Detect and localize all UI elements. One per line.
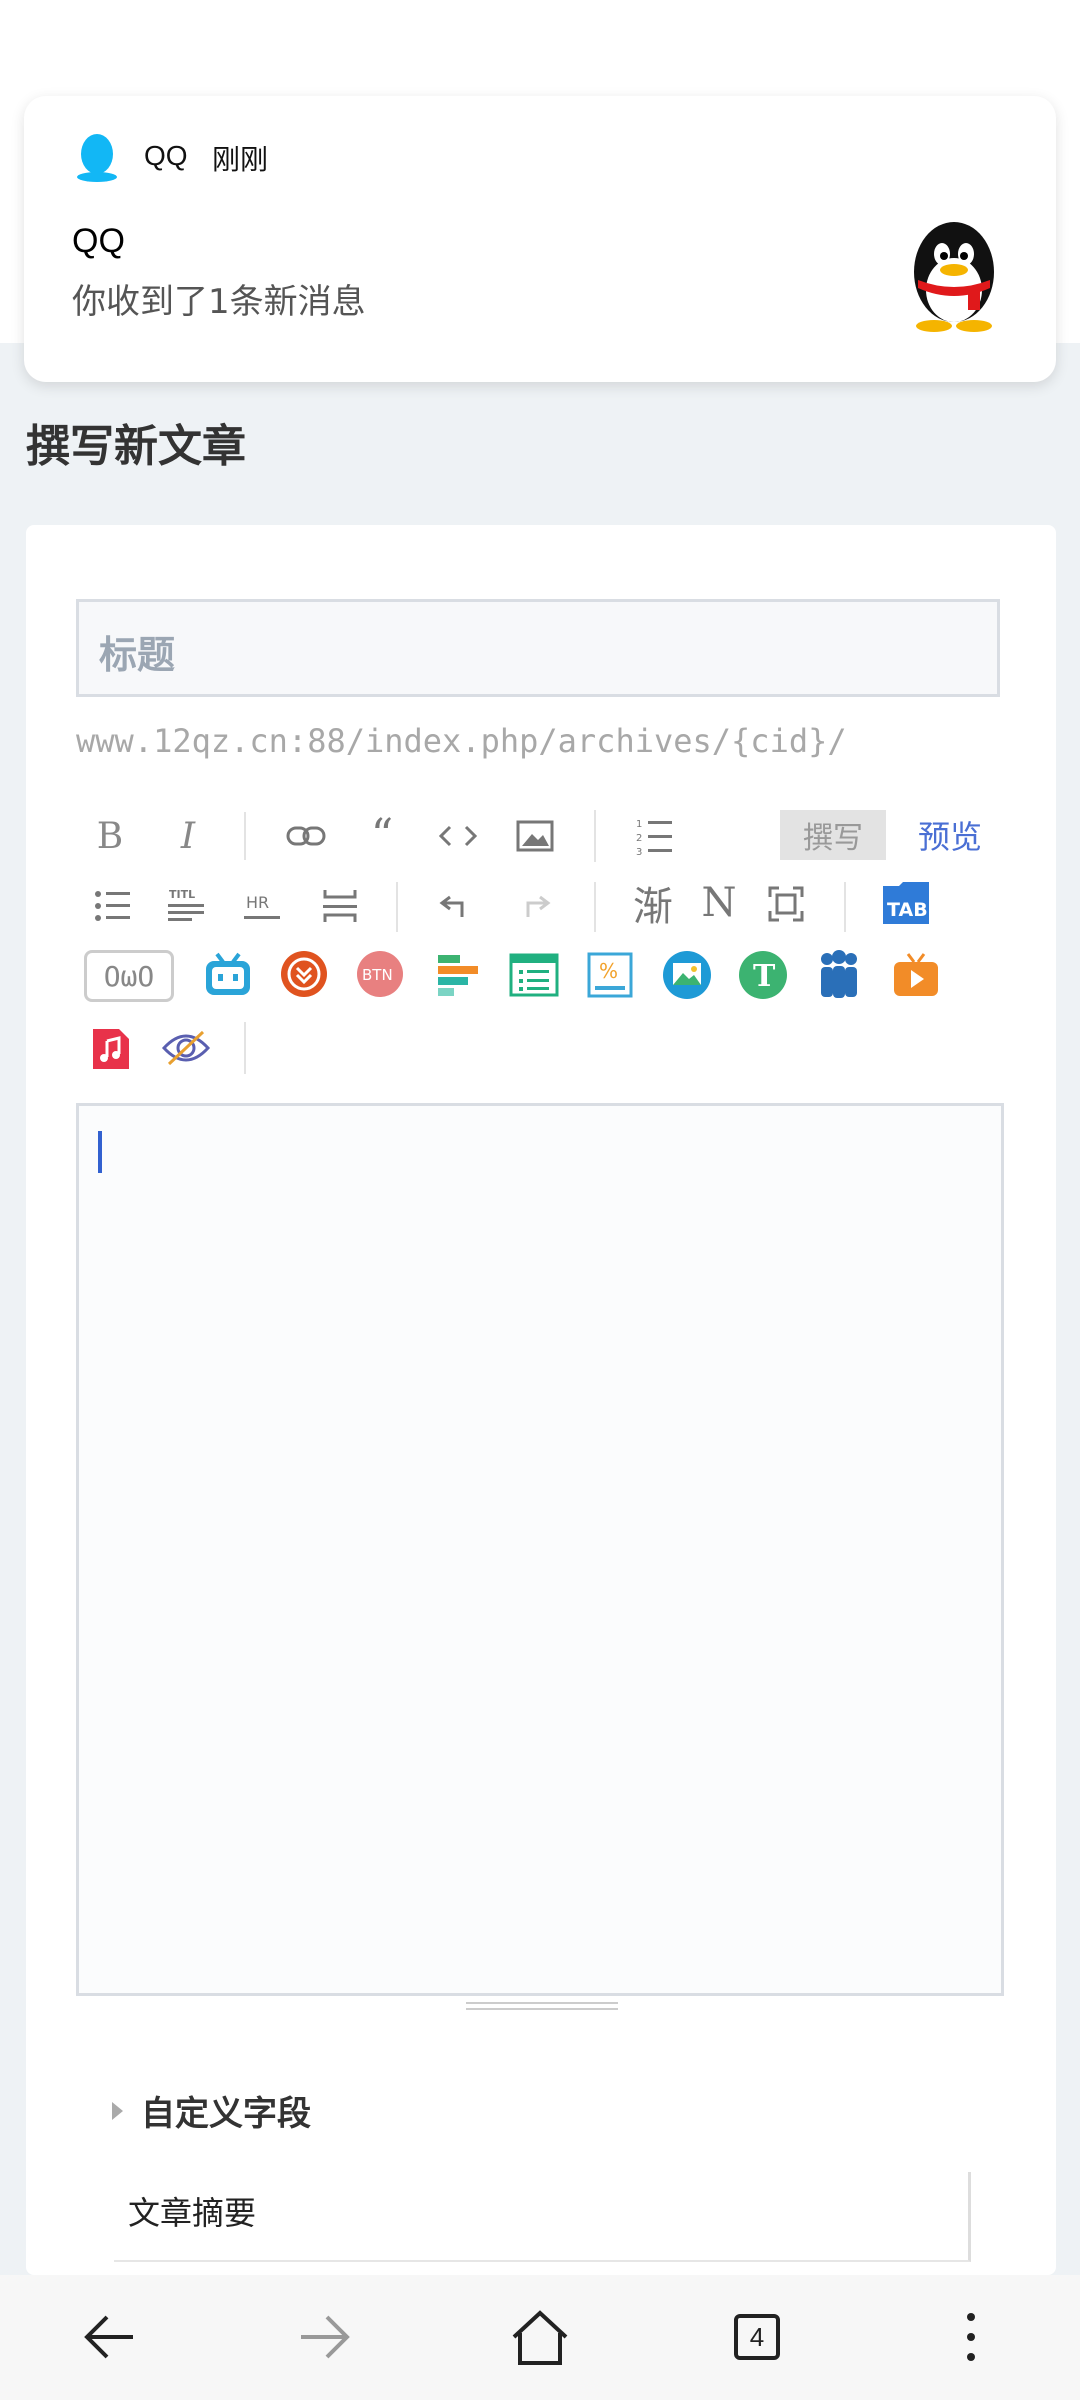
italic-icon[interactable]: I [168,812,208,860]
music-icon[interactable] [88,1022,134,1074]
svg-text:HR: HR [246,893,269,912]
bold-icon[interactable]: B [90,812,130,860]
redo-icon[interactable] [512,886,556,926]
svg-text:1: 1 [636,819,642,830]
btn-insert-icon[interactable]: BTN [354,948,406,1000]
toolbar-divider [244,812,246,860]
text-t-icon[interactable]: T [736,948,790,1002]
text-cursor [98,1131,102,1173]
summary-label: 文章摘要 [128,2194,257,2232]
back-button[interactable] [74,2302,144,2372]
svg-text:3: 3 [636,847,642,856]
qq-avatar-icon [914,222,994,332]
notification-time: 刚刚 [212,143,269,176]
tabs-count: 4 [734,2314,780,2360]
toolbar-divider [396,882,398,932]
toolbar-divider [594,882,596,932]
link-icon[interactable] [282,816,330,856]
code-icon[interactable] [434,816,482,856]
more-menu-button[interactable] [936,2302,1006,2372]
toolbar-divider [594,810,596,862]
team-icon[interactable] [812,948,866,1002]
image-icon[interactable] [512,814,558,858]
tabs-button[interactable]: 4 [722,2302,792,2372]
quote-icon[interactable]: “ [360,814,404,858]
gradient-text-icon[interactable]: 渐 [626,876,680,930]
qq-penguin-icon [77,134,117,182]
title-input[interactable]: 标题 [76,599,1000,697]
write-tab[interactable]: 撰写 [780,810,886,860]
notification-title: QQ [72,222,125,260]
heading-icon[interactable]: TITL [164,884,208,928]
horizontal-rule-icon[interactable]: HR [240,884,284,928]
ordered-list-icon[interactable]: 1 2 3 [632,812,676,860]
hide-content-icon[interactable] [160,1024,212,1072]
unordered-list-icon[interactable] [90,884,134,928]
custom-fields-toggle[interactable]: 自定义字段 [112,2086,311,2135]
svg-text:TAB: TAB [887,899,928,921]
percent-card-icon[interactable]: % [584,950,636,1000]
content-textarea[interactable] [76,1103,1004,1996]
card-window-icon[interactable] [508,950,560,1000]
fullscreen-icon[interactable] [764,882,808,926]
download-circle-icon[interactable] [278,948,330,1000]
svg-text:TITL: TITL [169,888,195,901]
toolbar-divider [844,882,846,932]
editor-resize-handle[interactable] [466,2002,618,2018]
custom-fields-label: 自定义字段 [141,2094,311,2134]
forward-button[interactable] [290,2302,360,2372]
summary-field-row[interactable]: 文章摘要 [114,2172,971,2262]
notification-message: 你收到了1条新消息 [72,282,366,322]
svg-text:T: T [753,959,776,994]
video-play-icon[interactable] [890,948,942,1000]
page-break-icon[interactable] [318,884,362,928]
home-button[interactable] [505,2302,575,2372]
progress-bar-icon[interactable] [432,950,484,1000]
expand-triangle-icon [112,2101,123,2120]
svg-text:BTN: BTN [362,966,393,984]
tab-folder-icon[interactable]: TAB [880,878,932,928]
toolbar-divider [244,1022,246,1074]
normal-text-icon[interactable]: N [696,876,742,930]
page-title: 撰写新文章 [26,421,246,472]
emoji-owo-button[interactable]: OωO [84,950,174,1002]
permalink-text: www.12qz.cn:88/index.php/archives/{cid}/ [76,722,847,760]
notification-app-name: QQ [144,140,188,171]
undo-icon[interactable] [434,886,478,926]
bilibili-icon[interactable] [202,950,254,1000]
gallery-icon[interactable] [660,948,714,1002]
preview-tab[interactable]: 预览 [918,812,982,858]
qq-notification[interactable]: QQ 刚刚 QQ 你收到了1条新消息 [24,96,1056,382]
svg-text:2: 2 [636,833,642,844]
svg-text:%: % [599,959,618,983]
